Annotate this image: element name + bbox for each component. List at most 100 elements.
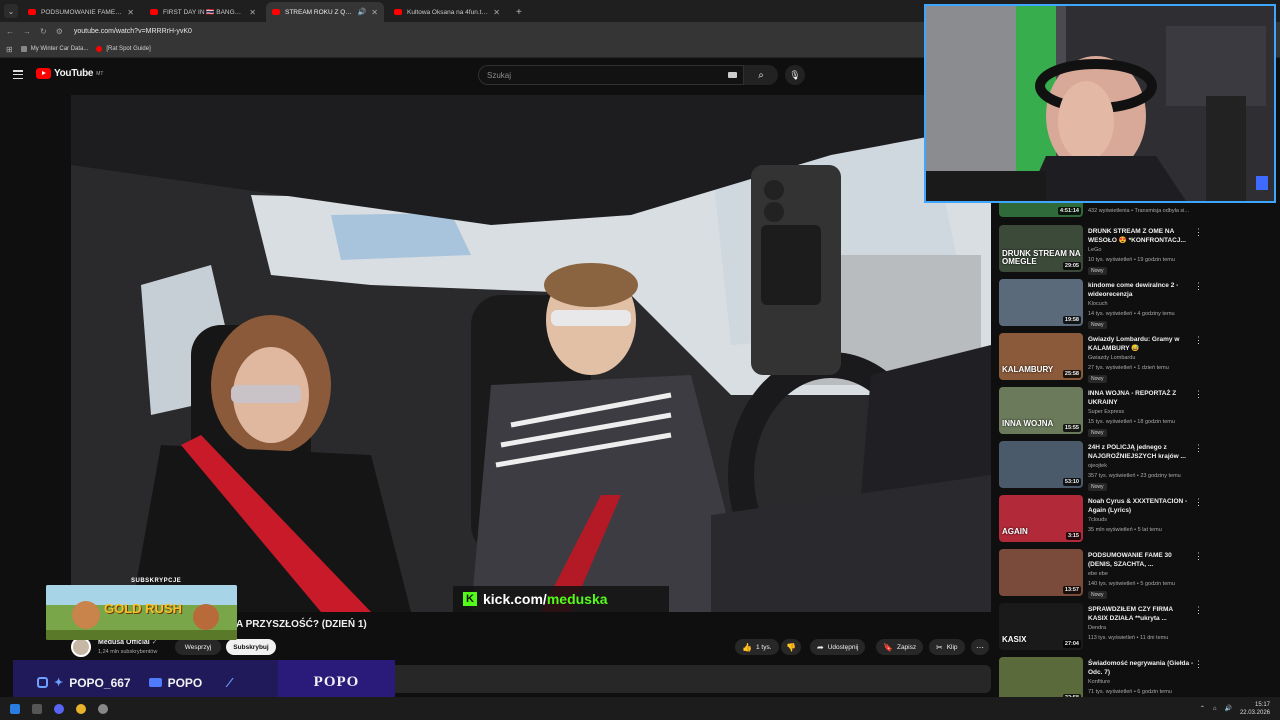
recommendation-item[interactable]: 53:10 24H z POLICJĄ jednego z NAJGROŹNIEJ…	[998, 441, 1208, 495]
bookmark-item[interactable]: [Rat Spot Guide]	[96, 46, 151, 52]
dislike-button[interactable]: 👎	[781, 639, 801, 655]
recommendation-item[interactable]: DRUNK STREAM NA OMEGLE 29:05 DRUNK STREAM …	[998, 225, 1208, 279]
like-button[interactable]: 👍 1 tys.	[735, 639, 779, 655]
site-info-icon[interactable]: ⚙	[56, 27, 63, 36]
recommendation-channel[interactable]: Dendra	[1088, 625, 1106, 631]
more-icon: ⋯	[976, 642, 984, 652]
more-vert-icon[interactable]: ⋮	[1194, 227, 1203, 238]
more-vert-icon[interactable]: ⋮	[1194, 605, 1203, 616]
explorer-icon[interactable]	[32, 703, 42, 714]
channel-avatar[interactable]	[71, 637, 91, 657]
recommendation-title[interactable]: PODSUMOWANIE FAME 30 (DENIS, SZACHTA, ..…	[1088, 551, 1194, 569]
more-vert-icon[interactable]: ⋮	[1194, 281, 1203, 292]
more-vert-icon[interactable]: ⋮	[1194, 335, 1203, 346]
recommendation-title[interactable]: kindome come dewiralnce 2 - wideorecenzj…	[1088, 281, 1194, 299]
recommendation-item[interactable]: 4:51:14 432 wyświetlenia • Transmisja odb…	[998, 170, 1208, 225]
recommendation-channel[interactable]: Super Express	[1088, 409, 1124, 415]
recommendation-thumbnail[interactable]: KASIX 27:04	[999, 603, 1083, 650]
browser-tab-3[interactable]: STREAM ROKU Z QOQSIK🔊✕	[266, 2, 384, 22]
back-icon[interactable]: ←	[6, 27, 14, 36]
menu-icon[interactable]	[13, 70, 23, 79]
volume-icon[interactable]: 🔊	[1224, 705, 1231, 712]
youtube-logo[interactable]: YouTube MT	[36, 68, 103, 79]
recommendation-title[interactable]: Świadomość negrywania (Giełda - Odc. 7)	[1088, 659, 1194, 677]
recommendation-item[interactable]: INNA WOJNA 15:55 INNA WOJNA - REPORTAŻ Z U…	[998, 387, 1208, 441]
kick-logo-icon: K	[463, 592, 477, 606]
video-frame	[71, 95, 991, 612]
more-vert-icon[interactable]: ⋮	[1194, 497, 1203, 508]
close-icon[interactable]: ✕	[249, 8, 256, 17]
recommendations-list: 4:51:14 432 wyświetlenia • Transmisja odb…	[998, 170, 1208, 711]
recommendation-title[interactable]: INNA WOJNA - REPORTAŻ Z UKRAINY	[1088, 389, 1194, 407]
recommendation-channel[interactable]: LeGo	[1088, 247, 1101, 253]
scissors-icon: ✂	[936, 642, 943, 652]
recommendation-meta: 140 tys. wyświetleń • 5 godzin temu	[1088, 581, 1175, 587]
clip-button[interactable]: ✂ Klip	[929, 639, 965, 655]
chevron-up-icon[interactable]: ⌃	[1200, 705, 1205, 712]
recommendation-thumbnail[interactable]: KALAMBURY 25:58	[999, 333, 1083, 380]
recommendation-thumbnail[interactable]: 53:10	[999, 441, 1083, 488]
more-vert-icon[interactable]: ⋮	[1194, 551, 1203, 562]
recommendation-thumbnail[interactable]: DRUNK STREAM NA OMEGLE 29:05	[999, 225, 1083, 272]
search-button[interactable]: ⌕	[744, 65, 778, 85]
discord-icon[interactable]	[54, 703, 64, 714]
bookmark-favicon-icon	[20, 46, 27, 52]
new-tab-button[interactable]: +	[510, 7, 528, 22]
recommendation-thumbnail[interactable]: 13:57	[999, 549, 1083, 596]
taskbar: ⌃ ⌂ 🔊 15:17 22.03.2026	[0, 697, 1280, 720]
more-vert-icon[interactable]: ⋮	[1194, 389, 1203, 400]
recommendation-title[interactable]: Noah Cyrus & XXXTENTACION - Again (Lyric…	[1088, 497, 1194, 515]
browser-tab-2[interactable]: FIRST DAY IN 🇹🇭 BANGKOK - Yo✕	[144, 2, 262, 22]
recommendation-channel[interactable]: 7clouds	[1088, 517, 1107, 523]
search-input[interactable]: Szukaj	[478, 65, 744, 85]
bookmark-item[interactable]: My Winter Car Data...	[20, 46, 88, 52]
share-button[interactable]: ➦ Udostępnij	[810, 639, 866, 655]
recommendation-title[interactable]: Gwiazdy Lombardu: Gramy w KALAMBURY 😅	[1088, 335, 1194, 353]
recommendation-item[interactable]: KALAMBURY 25:58 Gwiazdy Lombardu: Gramy w …	[998, 333, 1208, 387]
forward-icon[interactable]: →	[23, 27, 31, 36]
screen: ⌄ PODSUMOWANIE FAME 30 (DE✕ FIRST DAY IN…	[0, 0, 1280, 720]
recommendation-channel[interactable]: Klocuch	[1088, 301, 1108, 307]
recommendation-meta: 432 wyświetlenia • Transmisja odbyła si.…	[1088, 208, 1189, 214]
subscriptions-label: SUBSKRYPCJE	[131, 578, 182, 584]
recommendation-title[interactable]: DRUNK STREAM Z OME NA WESOŁO 😍 *KONFRONT…	[1088, 227, 1194, 245]
settings-icon[interactable]	[98, 703, 108, 714]
save-button[interactable]: 🔖 Zapisz	[876, 639, 924, 655]
recommendation-thumbnail[interactable]: AGAIN 3:15	[999, 495, 1083, 542]
recommendation-item[interactable]: 19:58 kindome come dewiralnce 2 - wideore…	[998, 279, 1208, 333]
recommendation-item[interactable]: 13:57 PODSUMOWANIE FAME 30 (DENIS, SZACHT…	[998, 549, 1208, 603]
video-player[interactable]: K kick.com/meduska	[71, 95, 991, 612]
system-tray: ⌃ ⌂ 🔊 15:17 22.03.2026	[1200, 697, 1270, 720]
recommendation-channel[interactable]: ebe ebe	[1088, 571, 1108, 577]
recommendation-channel[interactable]: ojeojtek	[1088, 463, 1107, 469]
recommendation-item[interactable]: AGAIN 3:15 Noah Cyrus & XXXTENTACION - Aga…	[998, 495, 1208, 549]
recommendation-thumbnail[interactable]: 19:58	[999, 279, 1083, 326]
speaker-icon[interactable]: 🔊	[358, 8, 367, 16]
close-icon[interactable]: ✕	[127, 8, 134, 17]
recommendation-title[interactable]: 24H z POLICJĄ jednego z NAJGROŹNIEJSZYCH…	[1088, 443, 1194, 461]
reload-icon[interactable]: ↻	[40, 27, 47, 36]
more-actions-button[interactable]: ⋯	[971, 639, 989, 655]
more-vert-icon[interactable]: ⋮	[1194, 443, 1203, 454]
recommendation-channel[interactable]: Konfiture	[1088, 679, 1110, 685]
browser-tab-4[interactable]: Kultowa Oksana na 4fun.tv - dy ✕	[388, 2, 506, 22]
recommendation-title[interactable]: SPRAWDZIŁEM CZY FIRMA KASIX DZIAŁA **ukr…	[1088, 605, 1194, 623]
chrome-icon[interactable]	[76, 703, 86, 714]
voice-search-button[interactable]: 🎙	[785, 65, 805, 85]
network-icon[interactable]: ⌂	[1213, 706, 1217, 712]
support-button[interactable]: Wesprzyj	[175, 639, 221, 655]
browser-tab-1[interactable]: PODSUMOWANIE FAME 30 (DE✕	[22, 2, 140, 22]
tab-search-button[interactable]: ⌄	[4, 4, 18, 18]
subscribe-button[interactable]: Subskrybuj	[226, 639, 276, 655]
close-icon[interactable]: ✕	[493, 8, 500, 17]
start-icon[interactable]	[10, 703, 20, 714]
close-icon[interactable]: ✕	[371, 8, 378, 17]
clock[interactable]: 15:17 22.03.2026	[1240, 701, 1270, 717]
recommendation-item[interactable]: KASIX 27:04 SPRAWDZIŁEM CZY FIRMA KASIX DZ…	[998, 603, 1208, 657]
recommendation-channel[interactable]: Gwiazdy Lombardu	[1088, 355, 1135, 361]
more-vert-icon[interactable]: ⋮	[1194, 659, 1203, 670]
keyboard-icon[interactable]	[728, 72, 737, 78]
url-field[interactable]: youtube.com/watch?v=MRRRrH-yvK0	[74, 28, 192, 35]
apps-grid-icon[interactable]: ⊞	[6, 45, 13, 54]
recommendation-thumbnail[interactable]: INNA WOJNA 15:55	[999, 387, 1083, 434]
